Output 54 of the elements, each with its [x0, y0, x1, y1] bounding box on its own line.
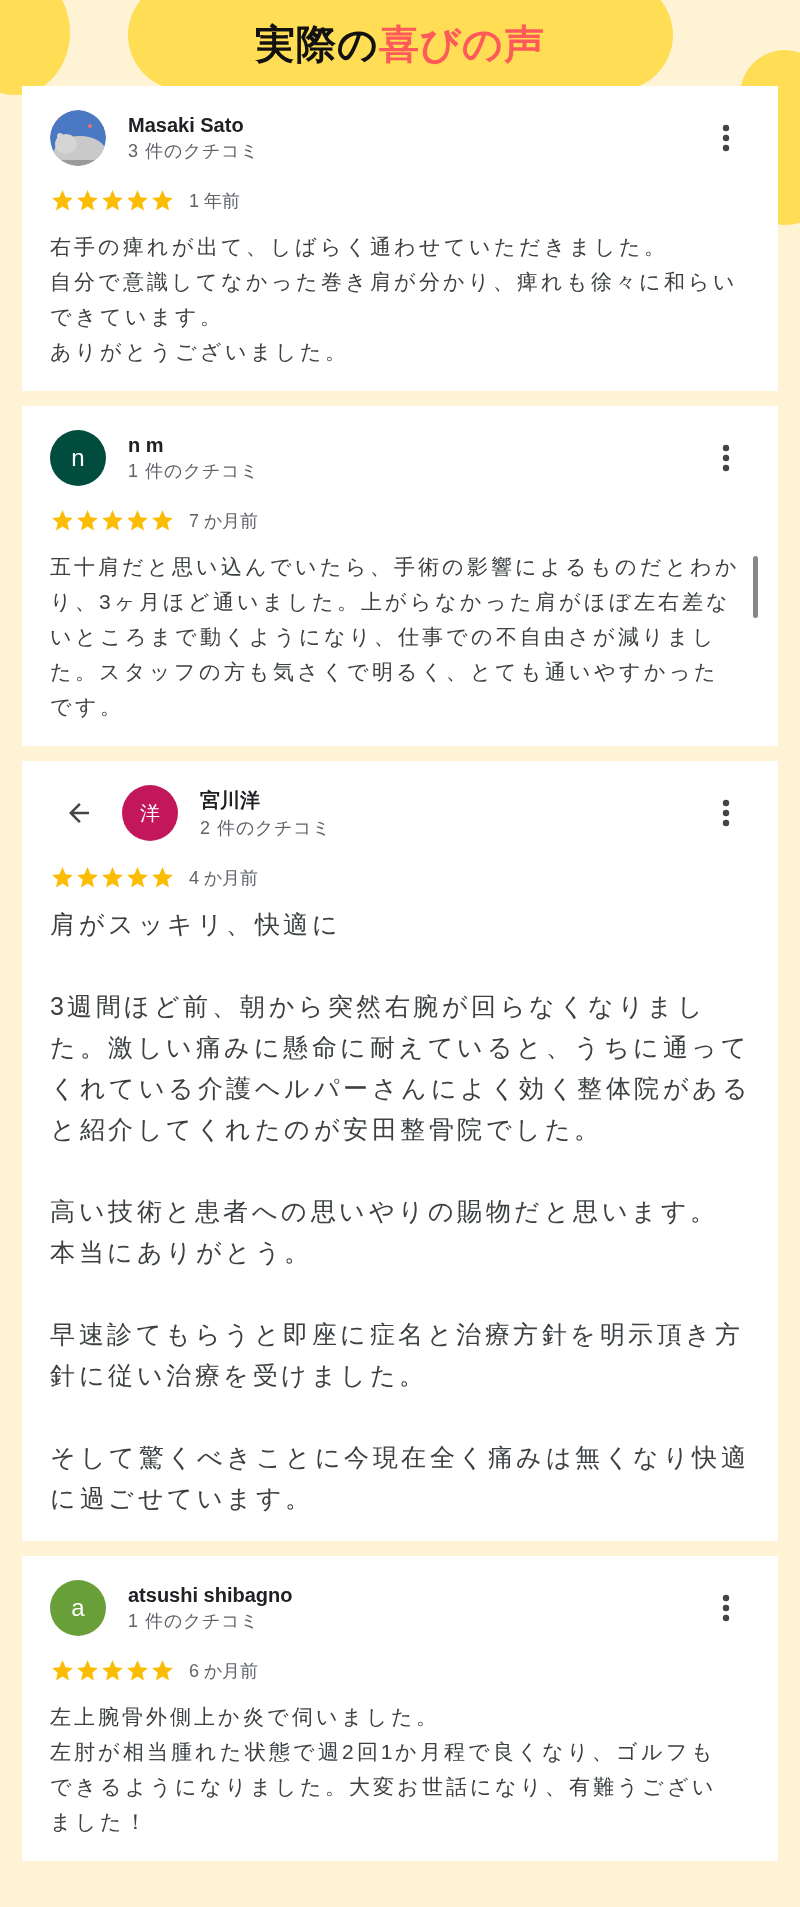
- review-text: 高い技術と患者への思いやりの賜物だと思います。: [50, 1196, 720, 1227]
- review-date: 7 か月前: [189, 509, 258, 533]
- star-icon: [50, 508, 75, 533]
- avatar: n: [50, 430, 106, 486]
- scrollbar[interactable]: [753, 556, 758, 618]
- review-text: 左肘が相当腫れた状態で週2回1か月程で良くなり、ゴルフもできるようになりました。大変お世話になり、有難うございました！: [50, 1739, 718, 1835]
- review-count: 2 件のクチコミ: [200, 816, 332, 840]
- review-text: 右手の痺れが出て、しばらく通わせていただきました。: [50, 234, 669, 260]
- review-text: 早速診てもらうと即座に症名と治療方針を明示頂き方針に従い治療を受けました。: [50, 1319, 744, 1391]
- review-date: 6 か月前: [189, 1659, 258, 1683]
- review-text: 左上腕骨外側上か炎で伺いました。: [50, 1704, 441, 1730]
- more-options-icon[interactable]: [722, 799, 730, 827]
- star-icon: [100, 188, 125, 213]
- star-icon: [150, 188, 175, 213]
- reviewer-name: 宮川洋: [200, 787, 261, 813]
- star-icon: [125, 865, 150, 890]
- star-icon: [100, 1658, 125, 1683]
- more-options-icon[interactable]: [722, 124, 730, 152]
- reviewer-name: atsushi shibagno: [128, 1583, 294, 1607]
- star-icon: [125, 188, 150, 213]
- section-title-highlight: 喜びの声: [379, 20, 545, 68]
- star-icon: [150, 508, 175, 533]
- avatar: 洋: [122, 785, 178, 841]
- more-options-icon[interactable]: [722, 1594, 730, 1622]
- review-text: 3週間ほど前、朝から突然右腕が回らなくなりました。激しい痛みに懸命に耐えていると、うちに通ってくれている介護ヘルパーさんによく効く整体院があると紹介してくれたのが安田整骨院でした。: [50, 991, 752, 1145]
- star-icon: [50, 865, 75, 890]
- star-icon: [75, 1658, 100, 1683]
- review-count: 3 件のクチコミ: [128, 139, 260, 163]
- star-icon: [100, 865, 125, 890]
- review-text: そして驚くべきことに今現在全く痛みは無くなり快適に過ごせています。: [50, 1442, 750, 1514]
- reviewer-name: n m: [128, 433, 165, 457]
- star-icon: [150, 1658, 175, 1683]
- review-text: 自分で意識してなかった巻き肩が分かり、痺れも徐々に和らいできています。: [50, 269, 739, 330]
- review-text: 五十肩だと思い込んでいたら、手術の影響によるものだとわかり、3ヶ月ほど通いました。上がらなかった肩がほぼ左右差ないところまで動くようになり、仕事での不自由さが減りました。スタッフの方も気さくで明るく、とても通いやすかったです。: [50, 554, 740, 720]
- star-icon: [150, 865, 175, 890]
- star-icon: [75, 865, 100, 890]
- star-icon: [75, 188, 100, 213]
- star-icon: [125, 508, 150, 533]
- review-date: 1 年前: [189, 189, 240, 213]
- review-date: 4 か月前: [189, 866, 258, 890]
- review-count: 1 件のクチコミ: [128, 1609, 260, 1633]
- star-icon: [50, 188, 75, 213]
- review-count: 1 件のクチコミ: [128, 459, 260, 483]
- review-text: 本当にありがとう。: [50, 1237, 314, 1268]
- section-title: 実際の: [255, 20, 379, 68]
- star-icon: [125, 1658, 150, 1683]
- reviewer-name: Masaki Sato: [128, 113, 245, 137]
- avatar: a: [50, 1580, 106, 1636]
- review-text: 肩がスッキリ、快適に: [50, 909, 342, 940]
- star-icon: [75, 508, 100, 533]
- more-options-icon[interactable]: [722, 444, 730, 472]
- star-icon: [50, 1658, 75, 1683]
- review-text: ありがとうございました。: [50, 339, 350, 365]
- star-icon: [100, 508, 125, 533]
